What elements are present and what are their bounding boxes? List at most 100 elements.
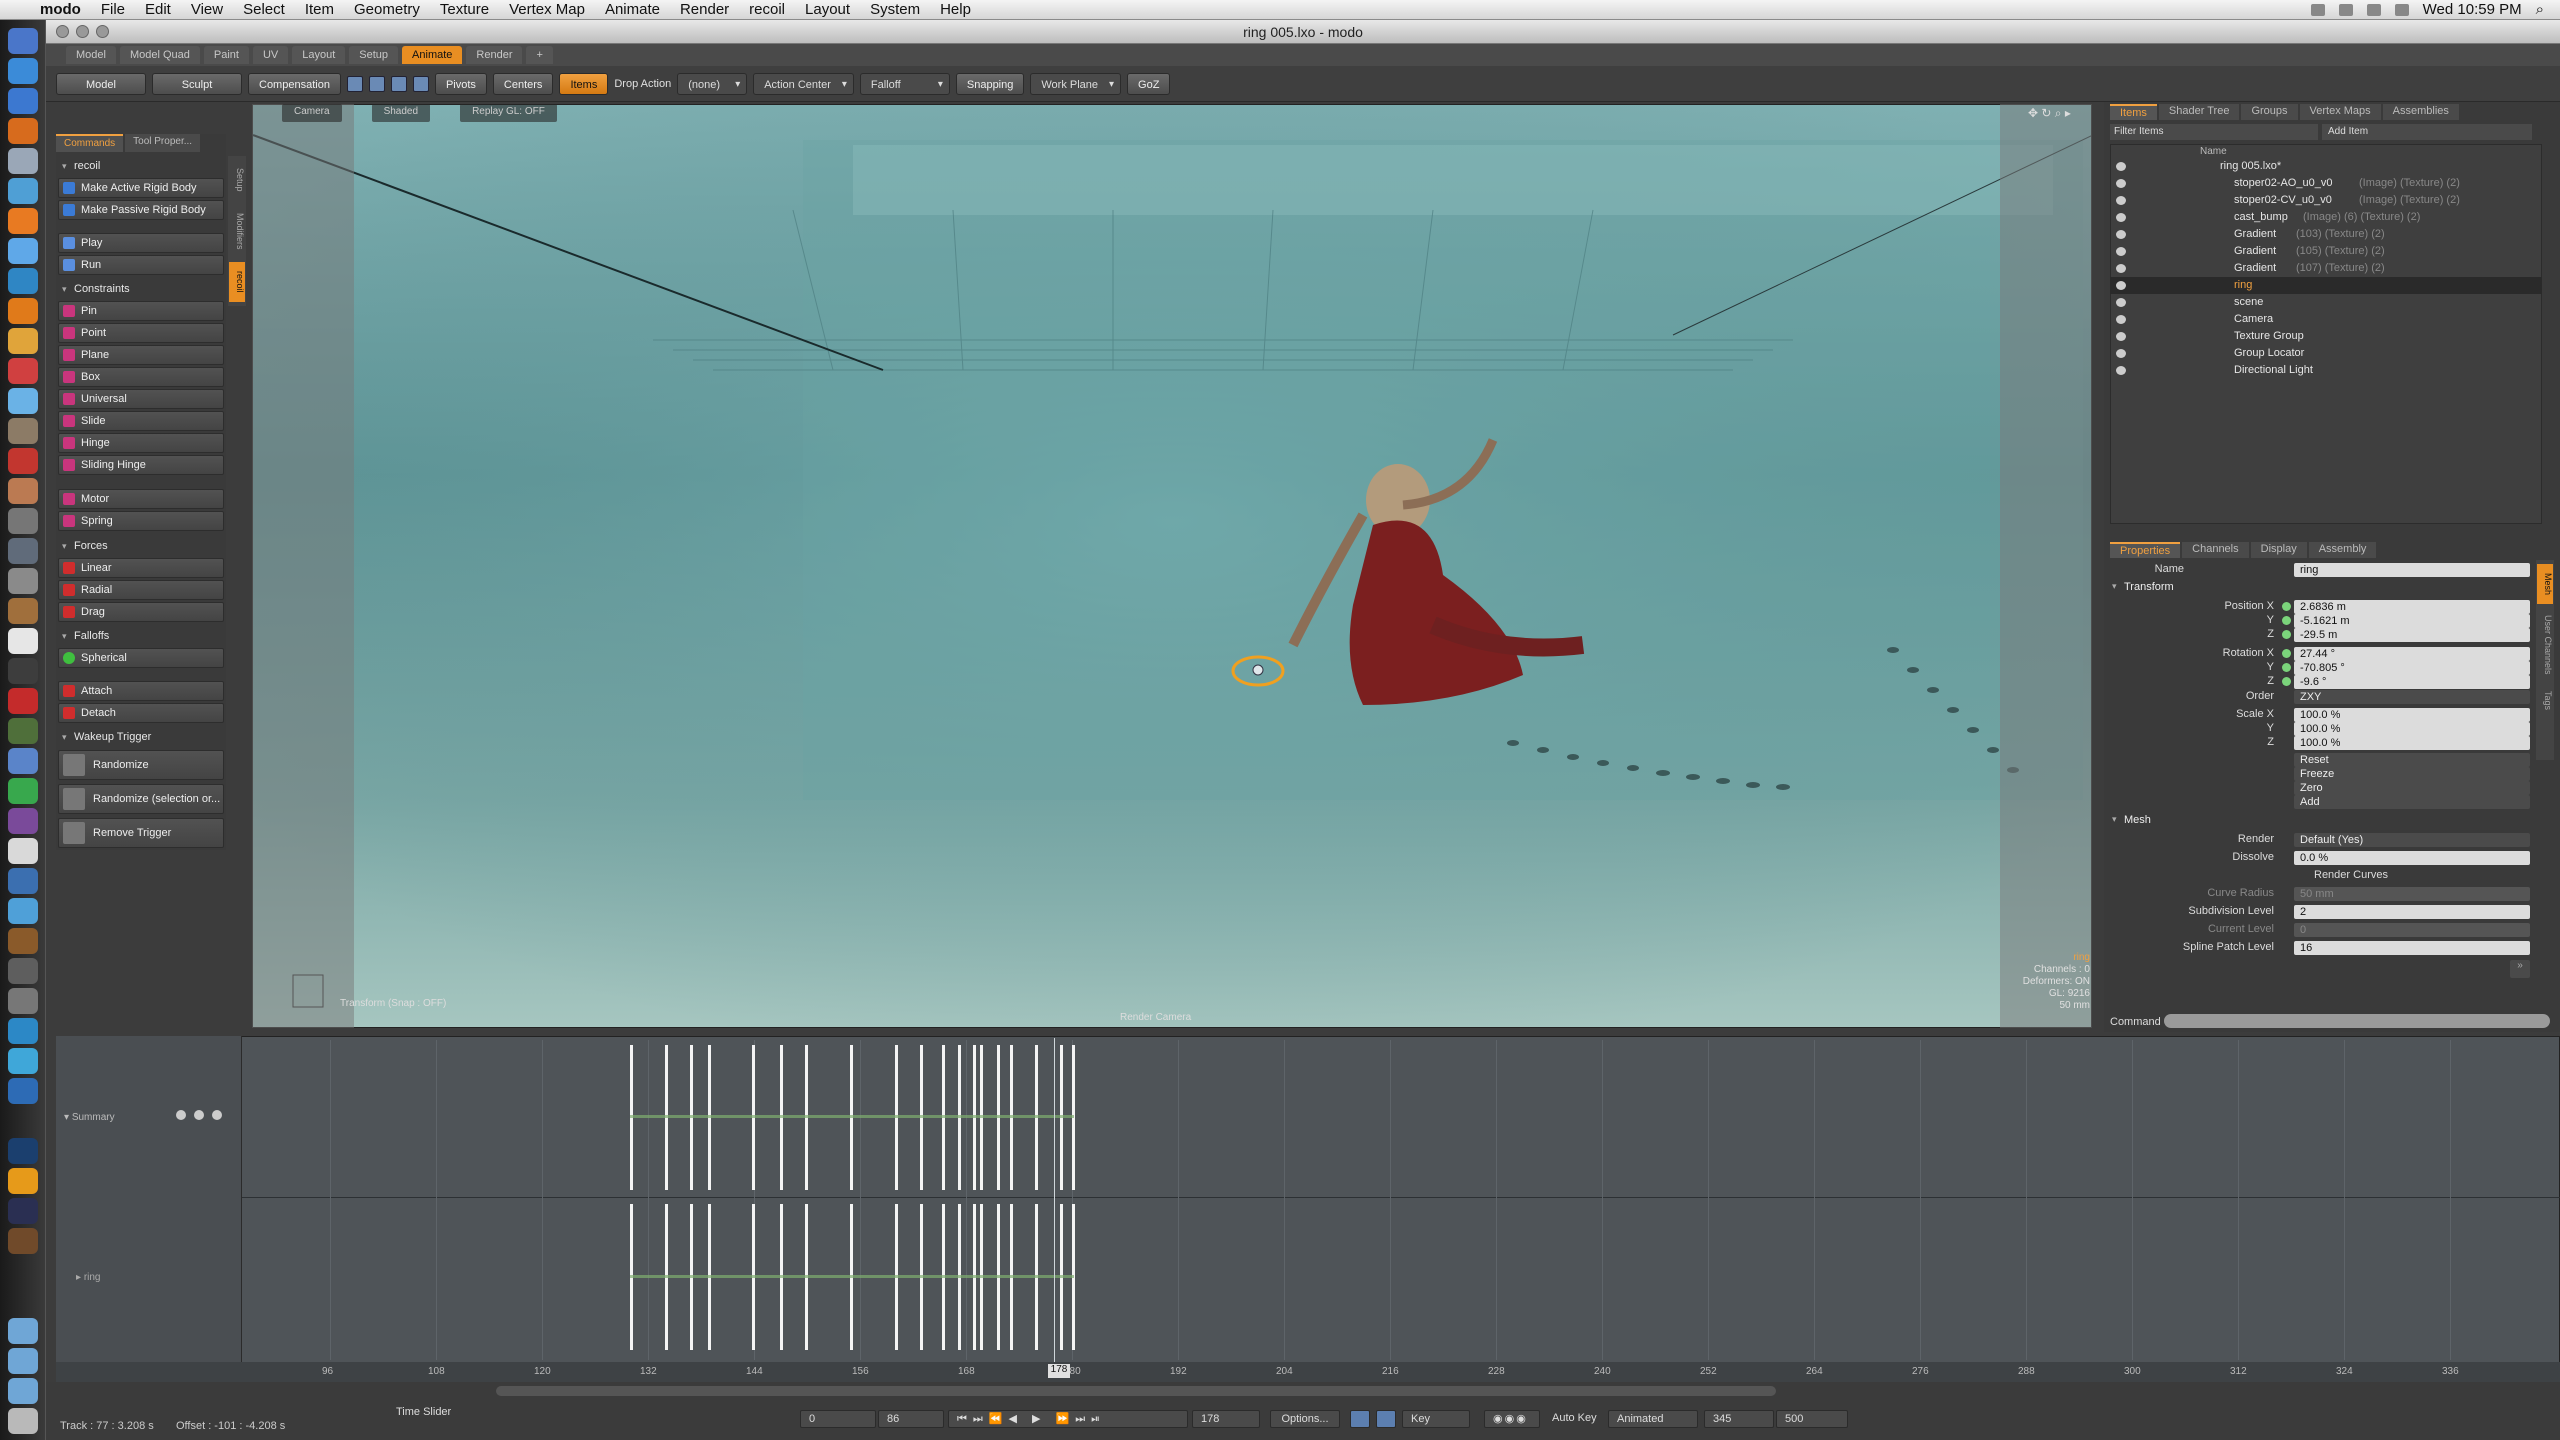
force-radial-button[interactable]: Radial [58,580,224,600]
attach-button[interactable]: Attach [58,681,224,701]
name-field[interactable]: ring [2294,563,2530,577]
app-icon[interactable] [8,838,38,864]
side-tab-modifiers[interactable]: Modifiers [229,206,245,256]
transport-controls[interactable]: ⏮⏭⏪◀ ▶ ⏩⏭⏯ [948,1410,1188,1428]
visibility-eye-icon[interactable] [2116,315,2126,324]
keyframe-dot[interactable] [2282,630,2291,639]
add-item-select[interactable]: Add Item [2322,124,2532,140]
keyframe-dot[interactable] [2282,616,2291,625]
side-tab-mesh[interactable]: Mesh [2537,564,2553,604]
tab-animate[interactable]: Animate [402,46,463,64]
app-icon[interactable] [8,328,38,354]
tab-setup[interactable]: Setup [349,46,399,64]
visibility-eye-icon[interactable] [2116,213,2126,222]
keyframe-dot[interactable] [2282,677,2291,686]
track-toggle-icon[interactable] [176,1110,186,1120]
randomize-selection-button[interactable]: Randomize (selection or... [58,784,224,814]
visibility-eye-icon[interactable] [2116,230,2126,239]
make-passive-rigid-body-button[interactable]: Make Passive Rigid Body [58,200,224,220]
constraint-box-button[interactable]: Box [58,367,224,387]
randomize-button[interactable]: Randomize [58,750,224,780]
vlc-icon[interactable] [8,118,38,144]
end-frame-field[interactable]: 86 [878,1410,944,1428]
order-select[interactable]: ZXY [2294,690,2530,704]
reset-select[interactable]: Reset [2294,753,2530,767]
render-curves-checkbox[interactable]: Render Curves [2290,869,2530,883]
minimize-window-button[interactable] [76,25,89,38]
app-icon[interactable] [8,718,38,744]
scale-x-field[interactable]: 100.0 % [2294,708,2530,722]
app-icon[interactable] [8,1228,38,1254]
app-icon[interactable] [8,958,38,984]
spline-patch-level-field[interactable]: 16 [2294,941,2530,955]
app-icon[interactable] [8,688,38,714]
item-row[interactable]: Gradient (107) (Texture) (2) [2110,260,2542,277]
constraint-point-button[interactable]: Point [58,323,224,343]
zoom-window-button[interactable] [96,25,109,38]
item-row[interactable]: Gradient (103) (Texture) (2) [2110,226,2542,243]
visibility-eye-icon[interactable] [2116,179,2126,188]
falloff-select[interactable]: Falloff [859,72,950,96]
compensation-button[interactable]: Compensation [248,72,341,95]
constraint-universal-button[interactable]: Universal [58,389,224,409]
item-row[interactable]: Directional Light [2110,362,2542,379]
safari-icon[interactable] [8,88,38,114]
item-row[interactable]: cast_bump (Image) (6) (Texture) (2) [2110,209,2542,226]
key-mode-icons[interactable]: ◉◉◉ [1484,1410,1540,1428]
snapping-button[interactable]: Snapping [955,72,1025,95]
make-active-rigid-body-button[interactable]: Make Active Rigid Body [58,178,224,198]
tab-tool-properties[interactable]: Tool Proper... [125,134,201,152]
app-icon[interactable] [8,568,38,594]
app-icon[interactable] [8,778,38,804]
item-row[interactable]: ring [2110,277,2542,294]
spring-button[interactable]: Spring [58,511,224,531]
app-icon[interactable] [8,478,38,504]
app-icon[interactable] [8,388,38,414]
tab-shader-tree[interactable]: Shader Tree [2158,104,2240,120]
menu-select[interactable]: Select [233,1,295,18]
menu-edit[interactable]: Edit [135,1,181,18]
tab-model[interactable]: Model [66,46,116,64]
ring-track[interactable]: ▸ ring [76,1272,101,1283]
app-icon[interactable] [8,1018,38,1044]
visibility-eye-icon[interactable] [2116,349,2126,358]
aftereffects-icon[interactable] [8,1198,38,1224]
visibility-eye-icon[interactable] [2116,366,2126,375]
menu-system[interactable]: System [860,1,930,18]
app-icon[interactable] [8,238,38,264]
position-z-field[interactable]: -29.5 m [2294,628,2530,642]
tab-channels[interactable]: Channels [2182,542,2249,558]
tray-icon[interactable] [2338,3,2353,16]
add-select[interactable]: Add [2294,795,2530,809]
menu-view[interactable]: View [181,1,233,18]
visibility-eye-icon[interactable] [2116,298,2126,307]
trash-icon[interactable] [8,1408,38,1434]
folder-icon[interactable] [8,1378,38,1404]
centers-button[interactable]: Centers [492,72,554,95]
render-select[interactable]: Default (Yes) [2294,833,2530,847]
app-icon[interactable] [8,448,38,474]
app-icon[interactable] [8,418,38,444]
zero-select[interactable]: Zero [2294,781,2530,795]
wakeup-trigger-section-title[interactable]: Wakeup Trigger [58,728,224,746]
menu-animate[interactable]: Animate [595,1,670,18]
tab-assemblies[interactable]: Assemblies [2382,104,2459,120]
select-materials-icon[interactable] [412,75,429,92]
tab-groups[interactable]: Groups [2241,104,2298,120]
side-tab-tags[interactable]: Tags [2537,686,2553,716]
rotation-y-field[interactable]: -70.805 ° [2294,661,2530,675]
position-y-field[interactable]: -5.1621 m [2294,614,2530,628]
item-row[interactable]: Group Locator [2110,345,2542,362]
app-icon[interactable] [8,508,38,534]
sculpt-mode-button[interactable]: Sculpt [152,72,242,95]
close-window-button[interactable] [56,25,69,38]
pivots-button[interactable]: Pivots [434,72,487,95]
range-end-field[interactable]: 500 [1776,1410,1848,1428]
key-settings-icon[interactable] [1350,1410,1370,1428]
drop-action-select[interactable]: (none) [677,72,748,96]
command-input[interactable] [2164,1014,2550,1028]
visibility-eye-icon[interactable] [2116,264,2126,273]
constraint-pin-button[interactable]: Pin [58,301,224,321]
add-tab-button[interactable]: + [526,46,553,64]
photoshop-icon[interactable] [8,1138,38,1164]
